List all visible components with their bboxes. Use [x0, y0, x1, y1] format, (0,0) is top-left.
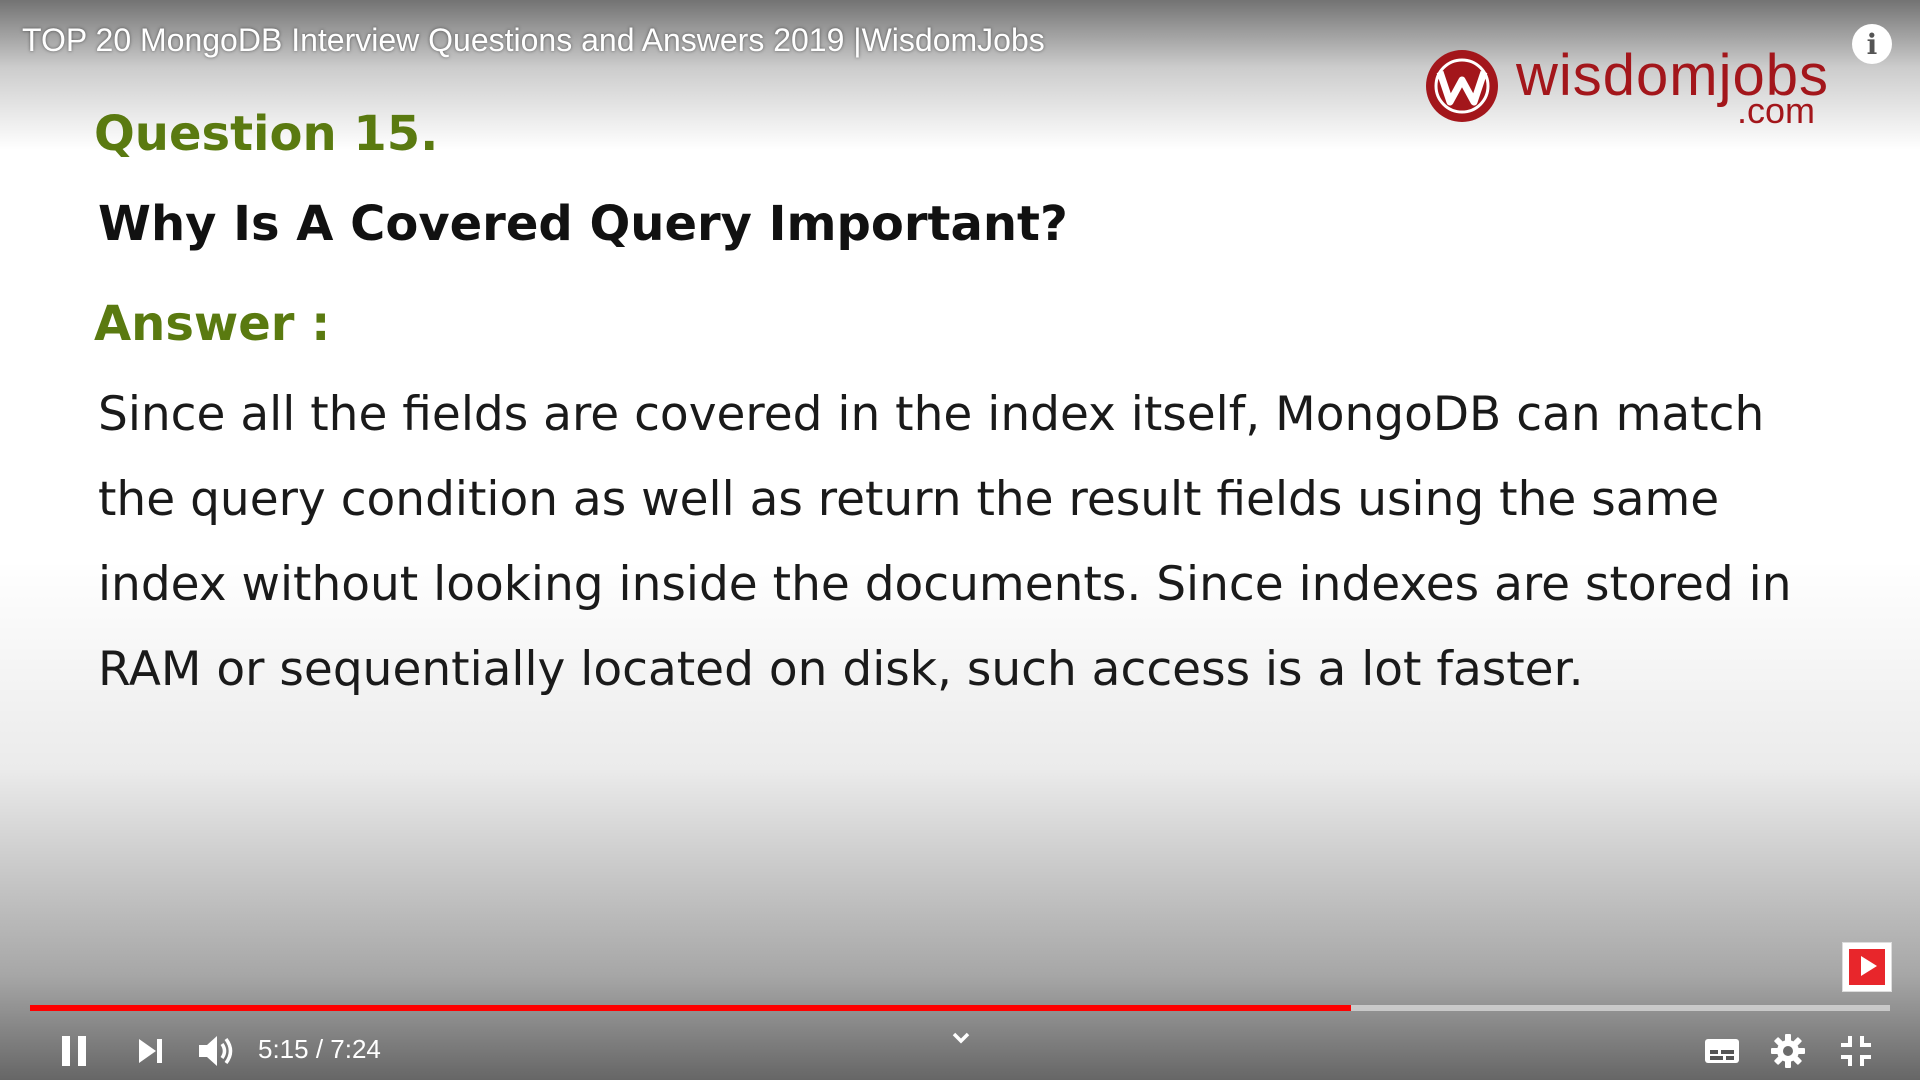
subscribe-icon[interactable] [1842, 942, 1892, 992]
answer-line: RAM or sequentially located on disk, suc… [98, 642, 1584, 697]
question-text: Why Is A Covered Query Important? [98, 196, 1068, 252]
player-controls: 5:15 / 7:24 [0, 1020, 1920, 1080]
time-display: 5:15 / 7:24 [258, 1034, 381, 1065]
time-total: 7:24 [330, 1034, 381, 1064]
captions-icon[interactable] [1699, 1028, 1745, 1074]
next-icon[interactable] [127, 1028, 173, 1074]
exit-fullscreen-icon[interactable] [1833, 1028, 1879, 1074]
wisdomjobs-logo: wisdomjobs .com [1420, 43, 1840, 138]
video-title[interactable]: TOP 20 MongoDB Interview Questions and A… [22, 22, 1045, 59]
info-icon[interactable]: i [1852, 24, 1892, 64]
answer-line: the query condition as well as return th… [98, 472, 1720, 527]
volume-icon[interactable] [193, 1028, 239, 1074]
answer-line: Since all the fields are covered in the … [98, 387, 1765, 442]
answer-line: index without looking inside the documen… [98, 557, 1792, 612]
answer-text: Since all the fields are covered in the … [98, 372, 1818, 712]
question-number: Question 15. [94, 106, 439, 162]
time-current: 5:15 [258, 1034, 309, 1064]
progress-bar[interactable] [30, 1005, 1890, 1011]
pause-icon[interactable] [51, 1028, 97, 1074]
time-separator: / [308, 1034, 331, 1064]
gear-icon[interactable] [1765, 1028, 1811, 1074]
chevron-down-icon[interactable] [944, 1026, 978, 1050]
answer-label: Answer : [94, 296, 331, 352]
logo-domain: .com [1737, 90, 1816, 131]
progress-played [30, 1005, 1351, 1011]
wisdomjobs-logo-mark [1426, 50, 1498, 122]
